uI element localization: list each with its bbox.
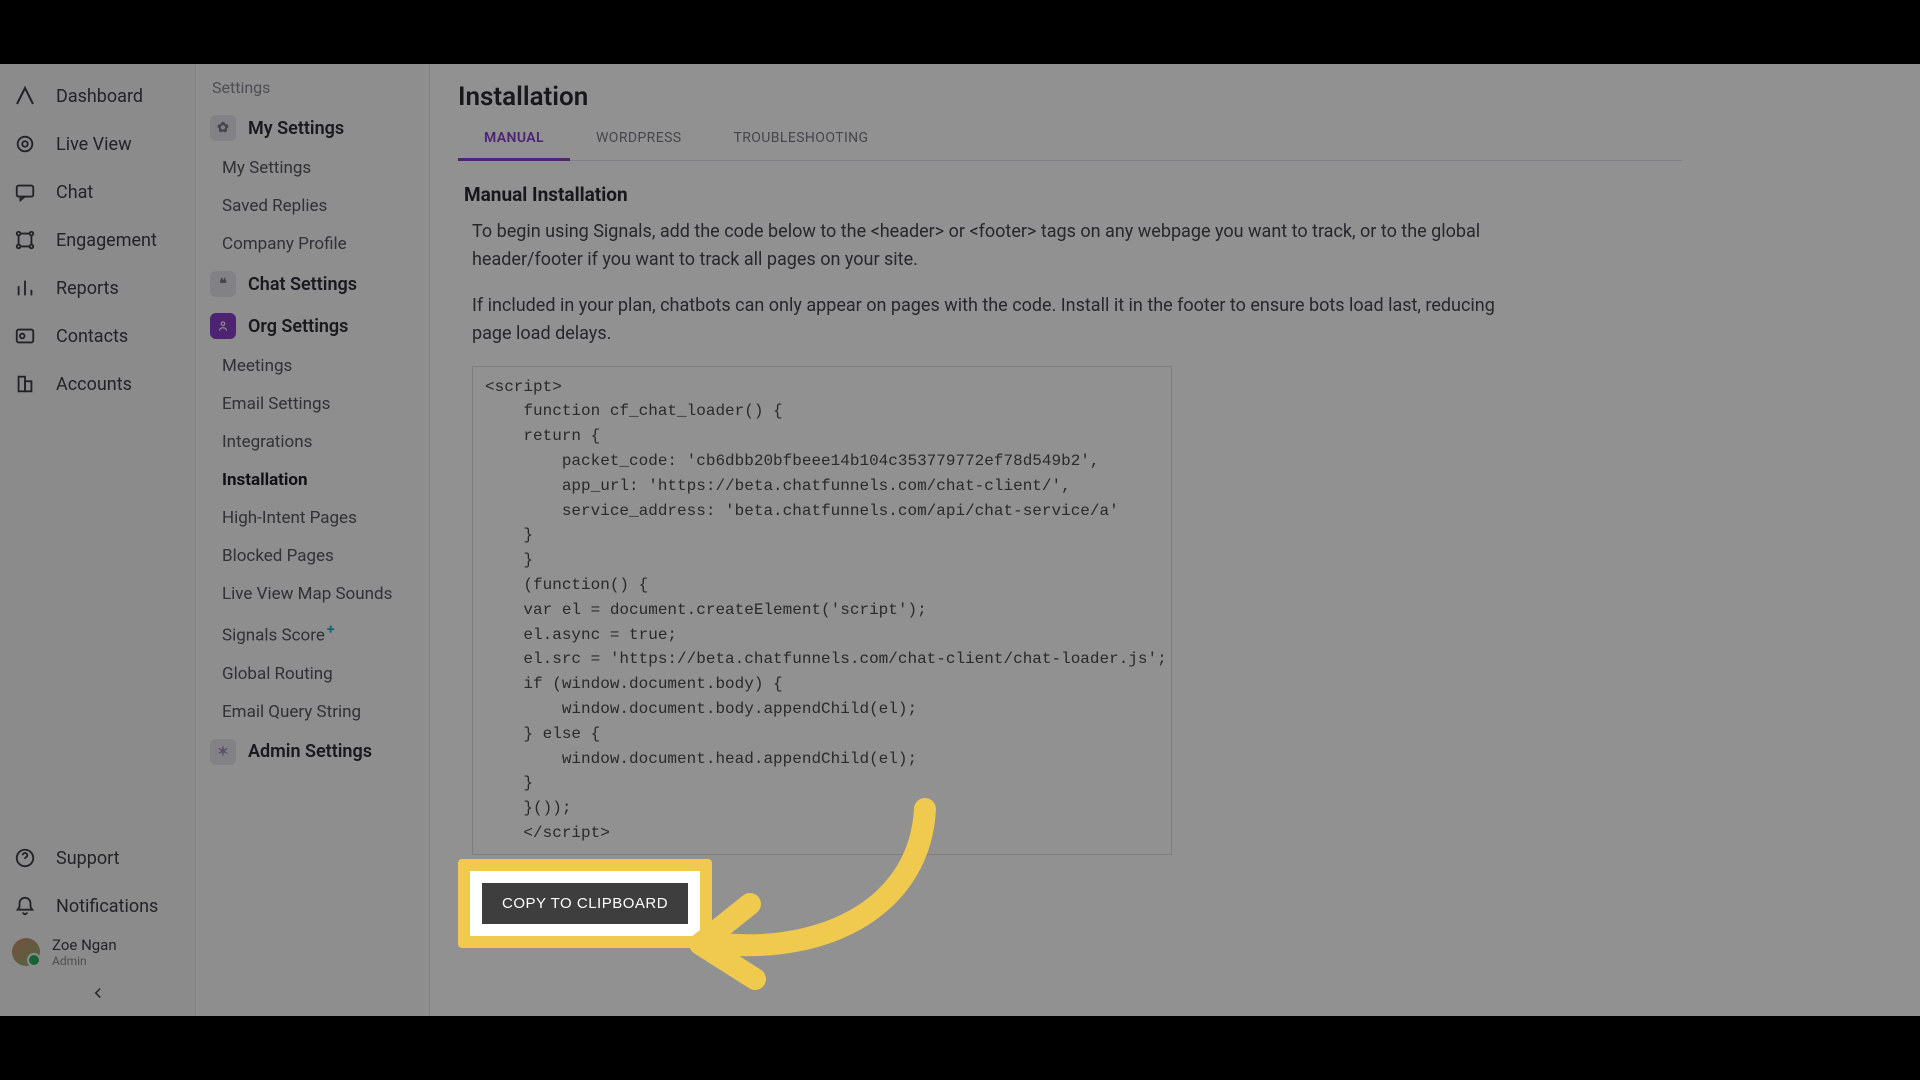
nav-label: Accounts bbox=[56, 374, 132, 395]
sub-item-high-intent-pages[interactable]: High-Intent Pages bbox=[196, 499, 429, 537]
bar-chart-icon bbox=[12, 275, 38, 301]
sidebar-item-accounts[interactable]: Accounts bbox=[0, 360, 195, 408]
section-title: Chat Settings bbox=[248, 274, 357, 295]
sub-item-email-settings[interactable]: Email Settings bbox=[196, 385, 429, 423]
sub-item-saved-replies[interactable]: Saved Replies bbox=[196, 187, 429, 225]
nav-label: Contacts bbox=[56, 326, 128, 347]
flow-icon bbox=[12, 227, 38, 253]
user-profile[interactable]: Zoe Ngan Admin bbox=[0, 930, 195, 974]
gear-icon: ✿ bbox=[210, 115, 236, 141]
sub-item-blocked-pages[interactable]: Blocked Pages bbox=[196, 537, 429, 575]
section-chat-settings[interactable]: ❝ Chat Settings bbox=[196, 263, 429, 305]
sub-item-integrations[interactable]: Integrations bbox=[196, 423, 429, 461]
section-admin-settings[interactable]: ✶ Admin Settings bbox=[196, 731, 429, 773]
section-title: Admin Settings bbox=[248, 741, 372, 762]
sub-item-my-settings[interactable]: My Settings bbox=[196, 149, 429, 187]
nav-label: Support bbox=[56, 848, 120, 869]
sidebar-item-contacts[interactable]: Contacts bbox=[0, 312, 195, 360]
sidebar-item-reports[interactable]: Reports bbox=[0, 264, 195, 312]
logo-icon bbox=[12, 83, 38, 109]
sidebar-item-support[interactable]: Support bbox=[0, 834, 195, 882]
building-icon bbox=[12, 371, 38, 397]
nav-label: Live View bbox=[56, 134, 132, 155]
intro-paragraph-2: If included in your plan, chatbots can o… bbox=[472, 292, 1532, 348]
install-code-block[interactable]: <script> function cf_chat_loader() { ret… bbox=[472, 366, 1172, 855]
copy-to-clipboard-button[interactable]: COPY TO CLIPBOARD bbox=[482, 883, 688, 924]
sub-item-meetings[interactable]: Meetings bbox=[196, 347, 429, 385]
sub-item-label: Signals Score bbox=[222, 626, 325, 646]
section-title: My Settings bbox=[248, 118, 344, 139]
nav-label: Reports bbox=[56, 278, 119, 299]
chat-icon bbox=[12, 179, 38, 205]
tab-wordpress[interactable]: WORDPRESS bbox=[570, 118, 708, 160]
user-role: Admin bbox=[52, 954, 117, 968]
highlight-frame: COPY TO CLIPBOARD bbox=[458, 859, 712, 948]
chevron-left-icon bbox=[89, 984, 107, 1006]
tab-manual[interactable]: MANUAL bbox=[458, 118, 570, 161]
target-icon bbox=[12, 131, 38, 157]
sidebar-item-dashboard[interactable]: Dashboard bbox=[0, 72, 195, 120]
section-title: Org Settings bbox=[248, 316, 348, 337]
admin-icon: ✶ bbox=[210, 739, 236, 765]
sub-item-signals-score[interactable]: Signals Score+ bbox=[196, 613, 429, 655]
sidebar-item-engagement[interactable]: Engagement bbox=[0, 216, 195, 264]
page-title: Installation bbox=[458, 82, 1682, 112]
collapse-sidebar-button[interactable] bbox=[0, 974, 195, 1008]
sidebar-item-notifications[interactable]: Notifications bbox=[0, 882, 195, 930]
avatar bbox=[12, 938, 40, 966]
chat-settings-icon: ❝ bbox=[210, 271, 236, 297]
sub-item-live-view-map-sounds[interactable]: Live View Map Sounds bbox=[196, 575, 429, 613]
section-subhead: Manual Installation bbox=[464, 183, 1676, 206]
nav-label: Engagement bbox=[56, 230, 157, 251]
bell-icon bbox=[12, 893, 38, 919]
sub-item-company-profile[interactable]: Company Profile bbox=[196, 225, 429, 263]
nav-label: Dashboard bbox=[56, 86, 143, 107]
sub-item-global-routing[interactable]: Global Routing bbox=[196, 655, 429, 693]
plus-badge: + bbox=[327, 622, 335, 638]
section-my-settings[interactable]: ✿ My Settings bbox=[196, 107, 429, 149]
sub-item-installation[interactable]: Installation bbox=[196, 461, 429, 499]
help-icon bbox=[12, 845, 38, 871]
section-org-settings[interactable]: Org Settings bbox=[196, 305, 429, 347]
settings-panel: Settings ✿ My Settings My Settings Saved… bbox=[196, 64, 430, 1016]
nav-primary: Dashboard Live View Chat Engagement Repo… bbox=[0, 64, 196, 1016]
nav-label: Notifications bbox=[56, 896, 158, 917]
contact-card-icon bbox=[12, 323, 38, 349]
tabs: MANUAL WORDPRESS TROUBLESHOOTING bbox=[458, 118, 1682, 161]
main-content: Installation MANUAL WORDPRESS TROUBLESHO… bbox=[430, 64, 1920, 1016]
intro-paragraph-1: To begin using Signals, add the code bel… bbox=[472, 218, 1532, 274]
sidebar-item-chat[interactable]: Chat bbox=[0, 168, 195, 216]
nav-label: Chat bbox=[56, 182, 93, 203]
sub-item-email-query-string[interactable]: Email Query String bbox=[196, 693, 429, 731]
sidebar-item-live-view[interactable]: Live View bbox=[0, 120, 195, 168]
tab-troubleshooting[interactable]: TROUBLESHOOTING bbox=[708, 118, 895, 160]
settings-heading: Settings bbox=[196, 64, 429, 107]
org-icon bbox=[210, 313, 236, 339]
user-name: Zoe Ngan bbox=[52, 936, 117, 954]
